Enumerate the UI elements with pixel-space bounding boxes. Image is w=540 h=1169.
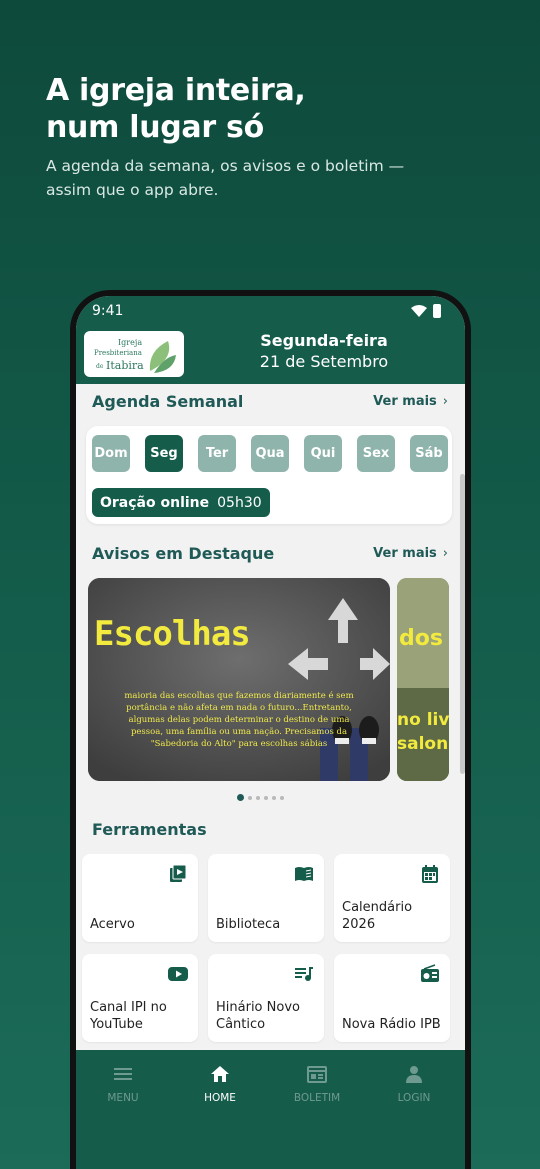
tool-calendario[interactable]: Calendário 2026	[334, 854, 450, 942]
carousel-pagination	[237, 794, 284, 801]
event-time: 05h30	[217, 494, 262, 511]
promo-block: A igreja inteira, num lugar só A agenda …	[46, 72, 506, 202]
status-time: 9:41	[92, 303, 124, 319]
promo-title: A igreja inteira, num lugar só	[46, 73, 306, 145]
day-chip-sex[interactable]: Sex	[357, 435, 395, 472]
tool-label: Canal IPI no YouTube	[90, 1000, 167, 1032]
main-content[interactable]: Agenda Semanal Ver mais › Dom Seg Ter Qua…	[76, 384, 465, 1050]
app-header: Igreja Presbiteriana de Itabira Segunda-…	[76, 326, 465, 384]
day-chip-sab[interactable]: Sáb	[410, 435, 448, 472]
home-icon	[211, 1066, 229, 1082]
battery-icon	[433, 304, 441, 318]
chevron-right-icon: ›	[442, 394, 448, 409]
agenda-card: Dom Seg Ter Qua Qui Sex Sáb Oração onlin…	[86, 426, 452, 524]
wifi-icon	[411, 305, 427, 317]
day-chip-seg[interactable]: Seg	[145, 435, 183, 472]
nav-label: LOGIN	[397, 1092, 431, 1104]
event-chip[interactable]: Oração online 05h30	[92, 488, 270, 517]
nav-home[interactable]: HOME	[175, 1064, 265, 1104]
tool-label: Hinário Novo Cântico	[216, 1000, 300, 1032]
banner-title: Escolhas	[94, 614, 251, 654]
bottom-nav: MENU HOME BOLETIM LOGIN	[76, 1050, 465, 1169]
church-logo[interactable]: Igreja Presbiteriana de Itabira	[84, 331, 184, 377]
logo-line1: Igreja	[118, 338, 142, 347]
music-list-icon	[295, 967, 313, 981]
page-dot[interactable]	[280, 795, 284, 800]
nav-label: BOLETIM	[293, 1092, 341, 1104]
page-dot[interactable]	[256, 795, 260, 800]
video-library-icon	[170, 864, 187, 882]
notices-see-more-link[interactable]: Ver mais ›	[373, 546, 448, 561]
tool-radio[interactable]: Nova Rádio IPB	[334, 954, 450, 1042]
scrollbar[interactable]	[460, 474, 465, 774]
agenda-see-more-link[interactable]: Ver mais ›	[373, 394, 448, 409]
tool-acervo[interactable]: Acervo	[82, 854, 198, 942]
status-icons	[411, 304, 441, 318]
agenda-title: Agenda Semanal	[92, 392, 244, 411]
bulletin-icon	[307, 1066, 327, 1083]
day-chip-qui[interactable]: Qui	[304, 435, 342, 472]
logo-graphic: Igreja Presbiteriana de Itabira	[94, 338, 176, 373]
tool-hinario[interactable]: Hinário Novo Cântico	[208, 954, 324, 1042]
nav-boletim[interactable]: BOLETIM	[272, 1064, 362, 1104]
tools-title: Ferramentas	[92, 820, 207, 839]
notices-title: Avisos em Destaque	[92, 544, 275, 563]
tool-label: Nova Rádio IPB	[342, 1017, 441, 1032]
notice-banner-next[interactable]: dos T no livr salonic	[397, 578, 449, 781]
logo-line2: Presbiteriana	[94, 349, 142, 357]
asphalt-background	[88, 578, 390, 781]
notice-banner-escolhas[interactable]: Escolhas maioria das escolhas que fazemo…	[88, 578, 390, 781]
chevron-right-icon: ›	[442, 546, 448, 561]
menu-icon	[114, 1068, 132, 1080]
notices-header: Avisos em Destaque Ver mais ›	[92, 544, 448, 568]
logo-line3: Itabira	[106, 359, 144, 372]
header-weekday: Segunda-feira	[260, 331, 388, 350]
date-block: Segunda-feira 21 de Setembro	[224, 331, 424, 371]
youtube-icon	[168, 967, 188, 981]
weekday-selector: Dom Seg Ter Qua Qui Sex Sáb	[92, 435, 448, 472]
page-dot-active[interactable]	[237, 794, 244, 801]
banner2-line2: salonic	[397, 734, 449, 754]
page-dot[interactable]	[264, 795, 268, 800]
nav-label: MENU	[107, 1092, 139, 1104]
agenda-see-more-label: Ver mais	[373, 394, 437, 409]
day-chip-dom[interactable]: Dom	[92, 435, 130, 472]
phone-screen: 9:41 Igreja Presbiteriana de Itabira Seg…	[76, 296, 465, 1169]
tools-grid: Acervo Biblioteca Calendário 2026 Canal …	[82, 854, 452, 1042]
status-bar: 9:41	[76, 296, 465, 326]
nav-label: HOME	[204, 1092, 236, 1104]
tool-label: Acervo	[90, 917, 135, 932]
nav-menu[interactable]: MENU	[78, 1064, 168, 1104]
event-name: Oração online	[100, 494, 210, 511]
tool-biblioteca[interactable]: Biblioteca	[208, 854, 324, 942]
banner2-line1: no livr	[397, 710, 449, 730]
tool-youtube[interactable]: Canal IPI no YouTube	[82, 954, 198, 1042]
logo-prefix: de	[96, 363, 104, 370]
day-chip-qua[interactable]: Qua	[251, 435, 289, 472]
book-icon	[295, 867, 313, 881]
page-dot[interactable]	[248, 795, 252, 800]
notices-carousel[interactable]: Escolhas maioria das escolhas que fazemo…	[88, 578, 452, 782]
agenda-header: Agenda Semanal Ver mais ›	[92, 392, 448, 416]
tool-label: Biblioteca	[216, 917, 281, 932]
banner2-title: dos T	[399, 626, 449, 651]
promo-subtitle: A agenda da semana, os avisos e o boleti…	[46, 157, 405, 199]
banner-body: maioria das escolhas que fazemos diariam…	[124, 691, 354, 749]
day-chip-ter[interactable]: Ter	[198, 435, 236, 472]
tools-header: Ferramentas	[92, 820, 448, 844]
user-icon	[406, 1066, 422, 1083]
page-dot[interactable]	[272, 795, 276, 800]
header-date: 21 de Setembro	[259, 352, 389, 371]
phone-frame: 9:41 Igreja Presbiteriana de Itabira Seg…	[70, 290, 471, 1169]
radio-icon	[421, 964, 439, 982]
notices-see-more-label: Ver mais	[373, 546, 437, 561]
tool-label: Calendário 2026	[342, 900, 413, 932]
calendar-icon	[422, 865, 438, 883]
nav-login[interactable]: LOGIN	[369, 1064, 459, 1104]
